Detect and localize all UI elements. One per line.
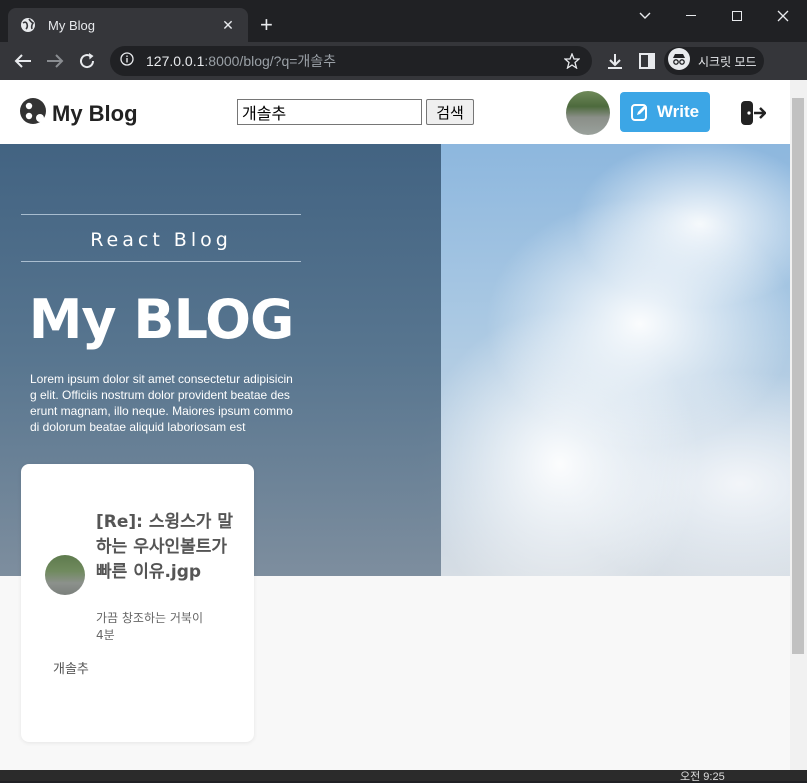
back-arrow-icon[interactable] [12, 50, 34, 72]
tab-close-icon[interactable]: ✕ [220, 17, 236, 34]
author-avatar [45, 555, 85, 595]
globe-icon [20, 17, 36, 33]
reload-icon[interactable] [76, 50, 98, 72]
address-url: 127.0.0.1:8000/blog/?q=개솔추 [146, 51, 336, 71]
post-time: 4분 [96, 628, 115, 642]
page-viewport: My Blog 검색 Write React Blog My BLOG Lore… [0, 80, 790, 770]
browser-toolbar: 127.0.0.1:8000/blog/?q=개솔추 시크릿 모드 [0, 42, 807, 80]
logout-icon[interactable] [740, 100, 767, 131]
write-label: Write [656, 102, 700, 121]
scrollbar-thumb[interactable] [792, 98, 804, 654]
write-button[interactable]: Write [620, 92, 710, 132]
search-button[interactable]: 검색 [426, 99, 474, 125]
logo-icon [18, 96, 48, 131]
new-tab-button[interactable]: + [260, 14, 273, 36]
hero-subtitle: React Blog [90, 229, 232, 251]
site-header: My Blog 검색 Write [0, 80, 790, 144]
bookmark-star-icon[interactable] [563, 52, 581, 74]
download-icon[interactable] [604, 50, 626, 72]
site-brand: My Blog [52, 100, 138, 126]
post-tag[interactable]: 개솔추 [53, 658, 89, 677]
side-panel-icon[interactable] [636, 50, 658, 72]
forward-arrow-icon[interactable] [44, 50, 66, 72]
incognito-badge[interactable]: 시크릿 모드 [664, 47, 764, 75]
edit-icon [630, 103, 649, 121]
post-author: 가끔 창조하는 거북이 [96, 611, 203, 625]
divider [21, 261, 301, 262]
url-host: 127.0.0.1 [146, 53, 205, 69]
maximize-button[interactable] [714, 0, 760, 32]
post-card[interactable]: [Re]: 스윙스가 말하는 우사인볼트가 빠른 이유.jgp 가끔 창조하는 … [21, 464, 254, 742]
tab-title: My Blog [48, 17, 95, 33]
hero-description: Lorem ipsum dolor sit amet consectetur a… [30, 372, 293, 434]
post-title[interactable]: [Re]: 스윙스가 말하는 우사인볼트가 빠른 이유.jgp [96, 510, 236, 585]
url-path: :8000/blog/?q=개솔추 [204, 53, 337, 69]
os-taskbar: 오전 9:25 [0, 770, 807, 783]
minimize-button[interactable] [668, 0, 714, 32]
hero-title: My BLOG [28, 288, 295, 351]
search-form: 검색 [237, 99, 474, 125]
site-logo[interactable]: My Blog [18, 96, 138, 131]
incognito-icon [668, 47, 690, 75]
hero-heading-block: React Blog My BLOG [21, 214, 301, 351]
taskbar-clock: 오전 9:25 [680, 771, 725, 783]
browser-tabbar: My Blog ✕ + [0, 0, 807, 42]
browser-tab[interactable]: My Blog ✕ [8, 8, 248, 42]
search-input[interactable] [237, 99, 422, 125]
address-bar[interactable]: 127.0.0.1:8000/blog/?q=개솔추 [110, 46, 592, 76]
site-info-icon[interactable] [120, 51, 134, 71]
incognito-label: 시크릿 모드 [698, 54, 757, 69]
user-avatar[interactable] [566, 91, 610, 135]
tab-search-icon[interactable] [622, 0, 668, 32]
close-window-button[interactable] [760, 0, 806, 32]
page-scrollbar[interactable] [790, 80, 807, 770]
